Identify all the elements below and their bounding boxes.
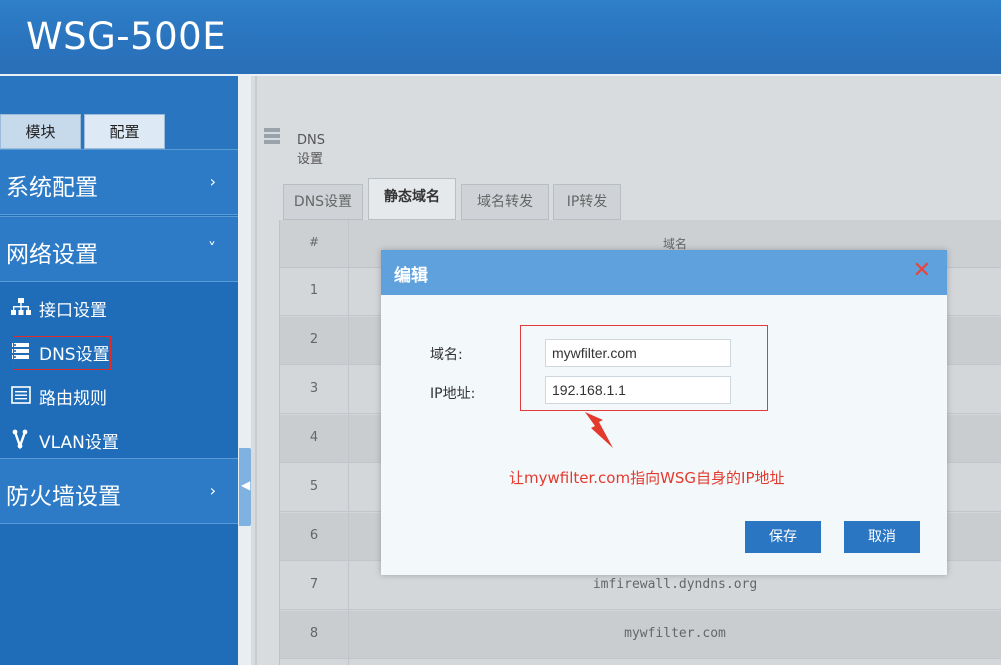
ip-label: IP地址: — [430, 386, 476, 402]
menu-label: 防火墙设置 — [6, 484, 121, 510]
sidebar-collapse-handle[interactable]: ◀ — [239, 448, 251, 526]
tab-config[interactable]: 配置 — [84, 114, 165, 149]
chevron-left-icon: ◀ — [241, 478, 251, 492]
annotation-arrow-icon — [585, 412, 613, 448]
row-index: 2 — [309, 332, 319, 347]
close-icon[interactable]: ✕ — [913, 258, 931, 283]
tab-static-domain[interactable]: 静态域名 — [368, 178, 456, 220]
table-row[interactable]: 8 mywfilter.com — [280, 611, 1001, 659]
row-index: 1 — [309, 283, 319, 298]
menu-label: 网络设置 — [6, 242, 98, 268]
app-logo: WSG-500E — [26, 15, 227, 58]
sidebar-item-label: VLAN设置 — [39, 433, 119, 453]
network-icon — [11, 298, 31, 315]
tab-dns-settings[interactable]: DNS设置 — [283, 184, 363, 220]
list-icon — [11, 386, 31, 404]
page-title: DNS设置 — [297, 133, 325, 167]
row-domain: mywfilter.com — [624, 626, 726, 641]
dialog-header: 编辑 ✕ — [381, 250, 947, 295]
cancel-button[interactable]: 取消 — [844, 521, 920, 553]
domain-label: 域名: — [430, 347, 463, 363]
sidebar-item-label: 路由规则 — [39, 389, 107, 409]
sidebar-item-vlan[interactable]: VLAN设置 — [0, 417, 238, 461]
server-icon — [264, 128, 280, 144]
tab-ip-forward[interactable]: IP转发 — [553, 184, 621, 220]
tab-modules[interactable]: 模块 — [0, 114, 81, 149]
column-divider — [348, 220, 349, 665]
edit-dialog: 编辑 ✕ 域名: mywfilter.com IP地址: 192.168.1.1… — [381, 250, 947, 575]
vlan-icon — [12, 429, 28, 450]
save-button[interactable]: 保存 — [745, 521, 821, 553]
menu-label: 系统配置 — [6, 175, 98, 201]
highlight-box — [520, 325, 768, 411]
row-index: 4 — [309, 430, 319, 445]
row-index: 8 — [309, 626, 319, 641]
row-index: 5 — [309, 479, 319, 494]
dns-highlight-box — [13, 336, 111, 370]
chevron-right-icon: › — [209, 172, 216, 191]
annotation-text: 让mywfilter.com指向WSG自身的IP地址 — [509, 469, 785, 487]
column-header-index: # — [308, 235, 320, 249]
sidebar-item-interface[interactable]: 接口设置 — [0, 285, 238, 329]
menu-system-config[interactable]: 系统配置 › — [0, 149, 238, 215]
main-edge — [255, 76, 257, 665]
chevron-down-icon: ˅ — [208, 239, 216, 258]
sidebar: 模块 配置 系统配置 › 网络设置 ˅ 接口设置 DNS设置 路由规则 VLAN… — [0, 76, 238, 665]
sidebar-item-label: 接口设置 — [39, 301, 107, 321]
row-domain: imfirewall.dyndns.org — [592, 577, 758, 592]
row-index: 6 — [309, 528, 319, 543]
row-index: 3 — [309, 381, 319, 396]
tab-domain-forward[interactable]: 域名转发 — [461, 184, 549, 220]
dialog-title: 编辑 — [394, 266, 428, 286]
row-index: 7 — [309, 577, 319, 592]
menu-firewall-settings[interactable]: 防火墙设置 › — [0, 458, 238, 524]
chevron-right-icon: › — [209, 481, 216, 500]
menu-network-settings[interactable]: 网络设置 ˅ — [0, 216, 238, 282]
sidebar-item-routing[interactable]: 路由规则 — [0, 373, 238, 417]
app-header: WSG-500E — [0, 0, 1001, 74]
sidebar-tab-area: 模块 配置 — [0, 76, 238, 149]
